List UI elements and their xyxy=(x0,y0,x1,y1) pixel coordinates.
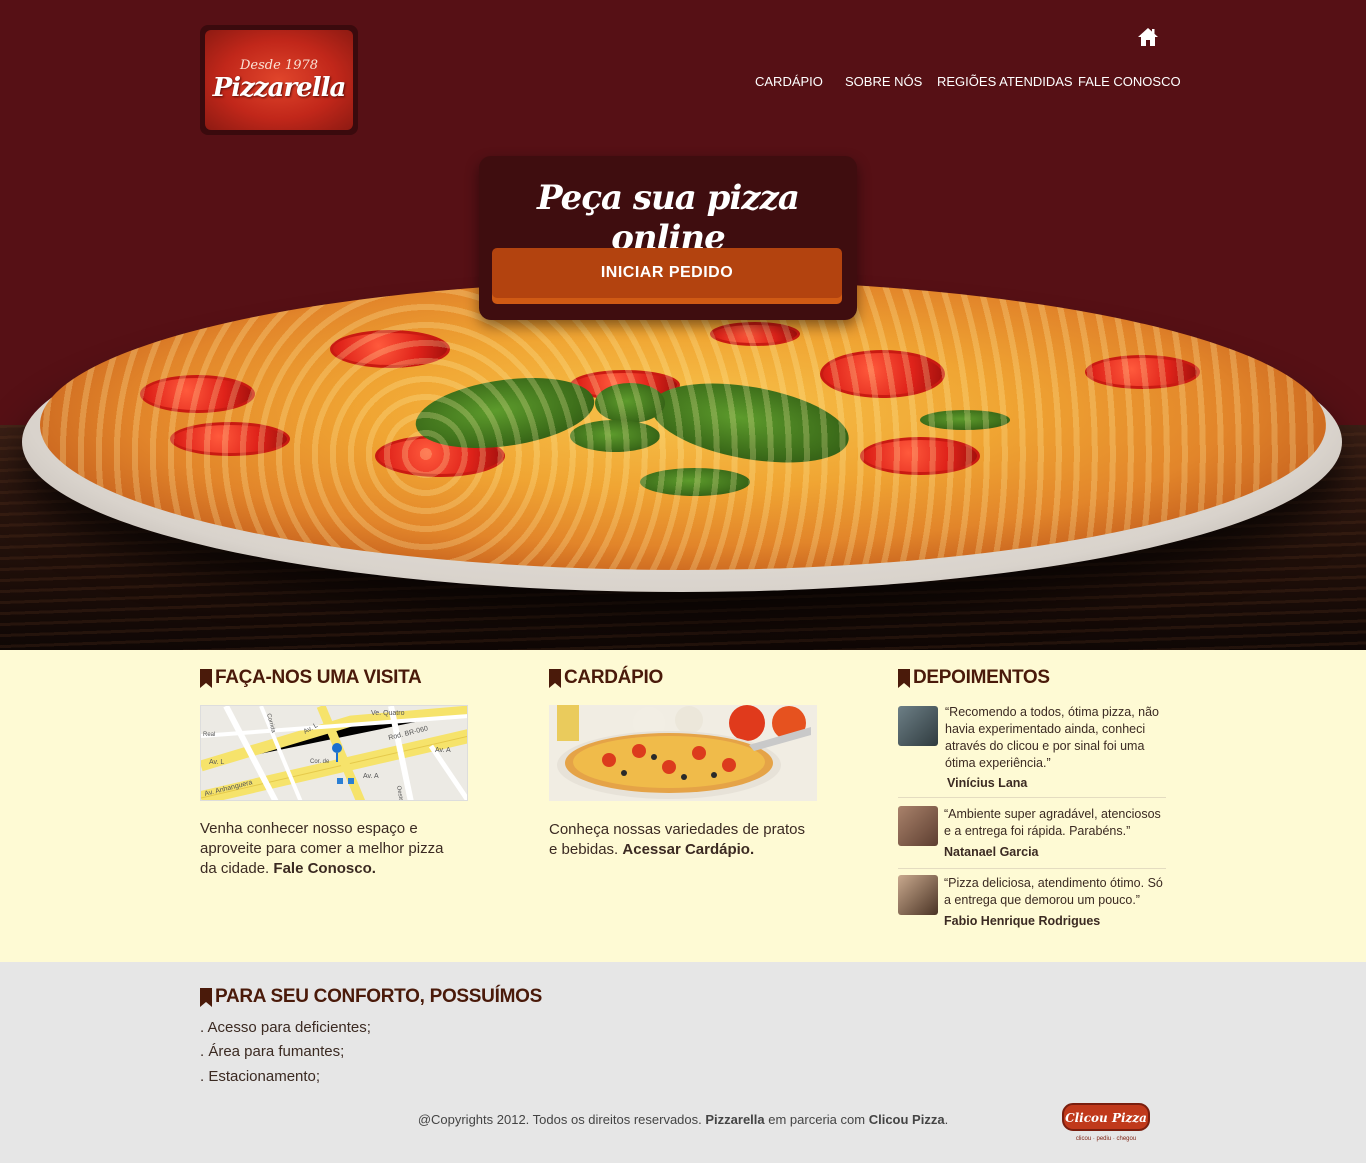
footer-section: PARA SEU CONFORTO, POSSUÍMOS . Acesso pa… xyxy=(0,962,1366,1163)
visit-title: FAÇA-NOS UMA VISITA xyxy=(200,667,422,689)
nav-regioes-atendidas[interactable]: REGIÕES ATENDIDAS xyxy=(937,74,1073,89)
svg-text:Av. A: Av. A xyxy=(435,747,451,754)
logo-name: Pizzarella xyxy=(212,72,347,103)
partner-link[interactable]: Clicou Pizza xyxy=(869,1112,945,1127)
basil-leaf xyxy=(640,468,750,496)
tomato-slice xyxy=(820,350,945,398)
svg-text:Clicou Pizza: Clicou Pizza xyxy=(1065,1111,1147,1125)
logo-since: Desde 1978 xyxy=(239,57,319,73)
svg-text:Ve. Quatro: Ve. Quatro xyxy=(371,710,405,717)
menu-text: Conheça nossas variedades de pratos e be… xyxy=(549,821,805,858)
testimonial-quote: “Recomendo a todos, ótima pizza, não hav… xyxy=(945,705,1160,770)
avatar xyxy=(898,875,938,915)
pizzarella-logo[interactable]: Desde 1978 Pizzarella xyxy=(200,25,358,135)
tomato-slice xyxy=(375,435,505,477)
svg-text:Av. L: Av. L xyxy=(209,759,224,766)
divider xyxy=(898,797,1166,798)
nav-cardapio[interactable]: CARDÁPIO xyxy=(755,74,823,89)
order-title: Peça sua pizza online xyxy=(537,178,800,258)
comfort-item: . Acesso para deficientes; xyxy=(200,1019,371,1036)
comfort-title: PARA SEU CONFORTO, POSSUÍMOS xyxy=(200,986,542,1008)
testimonial-quote: “Pizza deliciosa, atendimento ótimo. Só … xyxy=(944,876,1163,907)
tomato-slice xyxy=(570,370,680,400)
bookmark-icon xyxy=(898,668,910,688)
comfort-item: . Área para fumantes; xyxy=(200,1043,345,1060)
location-map[interactable]: Av. Anhanguera Rod. BR-060 Av. L Av. L A… xyxy=(200,705,468,801)
brand-link[interactable]: Pizzarella xyxy=(705,1112,764,1127)
basil-leaf xyxy=(570,420,660,452)
divider xyxy=(898,868,1166,869)
bookmark-icon xyxy=(549,668,561,688)
nav-fale-conosco[interactable]: FALE CONOSCO xyxy=(1078,74,1181,89)
nav-sobre-nos[interactable]: SOBRE NÓS xyxy=(845,74,922,89)
content-section: FAÇA-NOS UMA VISITA Av. Anhanguera Rod. … xyxy=(0,650,1366,962)
start-order-button[interactable]: INICIAR PEDIDO xyxy=(492,248,842,298)
pizza-image xyxy=(40,280,1326,570)
tomato-slice xyxy=(330,330,450,368)
clicou-pizza-logo[interactable]: Clicou Pizza clicou · pediu · chegou xyxy=(1061,1102,1151,1144)
tomato-slice xyxy=(1085,355,1200,389)
menu-title: CARDÁPIO xyxy=(549,667,663,689)
bookmark-icon xyxy=(200,987,212,1007)
testimonial-quote: “Ambiente super agradável, atenciosos e … xyxy=(944,807,1161,838)
copyright: @Copyrights 2012. Todos os direitos rese… xyxy=(417,1112,949,1127)
svg-text:Real: Real xyxy=(203,732,215,738)
tomato-slice xyxy=(860,437,980,475)
tomato-slice xyxy=(140,375,255,413)
tomato-slice xyxy=(710,322,800,346)
testimonial-name: Fabio Henrique Rodrigues xyxy=(944,914,1101,928)
menu-link[interactable]: Acessar Cardápio. xyxy=(622,841,754,858)
testimonial-name: Natanael Garcia xyxy=(944,845,1039,859)
menu-image[interactable] xyxy=(549,705,817,801)
hero-section: Desde 1978 Pizzarella CARDÁPIO SOBRE NÓS… xyxy=(0,0,1366,650)
svg-text:Cor. de: Cor. de xyxy=(310,759,330,765)
basil-leaf xyxy=(411,367,599,459)
tomato-slice xyxy=(170,422,290,456)
basil-leaf xyxy=(595,383,665,423)
basil-leaf xyxy=(920,410,1010,430)
bookmark-icon xyxy=(200,668,212,688)
testimonial-name: Vinícius Lana xyxy=(947,776,1028,790)
basil-leaf xyxy=(645,370,855,476)
testimonials-title: DEPOIMENTOS xyxy=(898,667,1050,689)
home-icon[interactable] xyxy=(1137,26,1159,48)
order-box: Peça sua pizza online INICIAR PEDIDO xyxy=(479,156,857,320)
visit-text: Venha conhecer nosso espaço e aproveite … xyxy=(200,820,444,877)
svg-text:clicou · pediu · chegou: clicou · pediu · chegou xyxy=(1076,1136,1136,1142)
contact-link[interactable]: Fale Conosco. xyxy=(273,860,376,877)
avatar xyxy=(898,806,938,846)
svg-text:Av. A: Av. A xyxy=(363,773,379,780)
comfort-item: . Estacionamento; xyxy=(200,1068,321,1085)
avatar xyxy=(898,706,938,746)
